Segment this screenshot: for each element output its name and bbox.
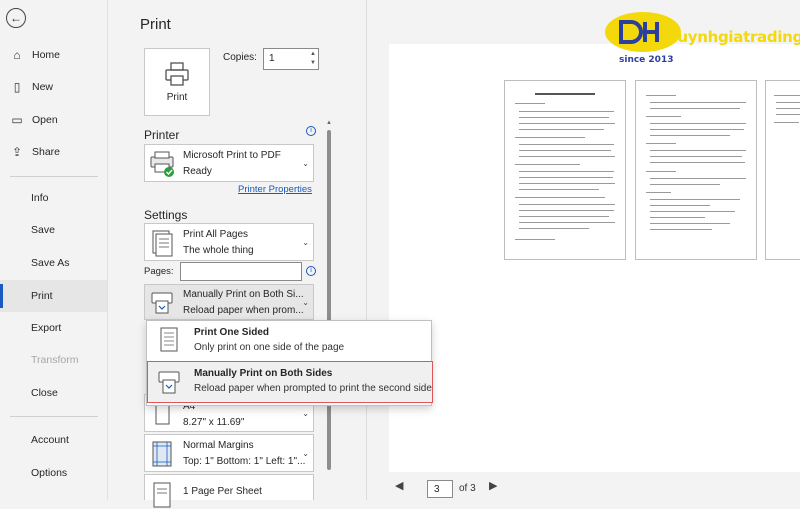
pages-label: Pages: (144, 266, 174, 277)
scroll-thumb[interactable] (327, 130, 331, 470)
option-manual-both-sides[interactable]: Manually Print on Both Sides Reload pape… (147, 361, 433, 403)
document-pages-icon (152, 230, 173, 257)
printer-ready-icon (150, 151, 174, 177)
chevron-down-icon: ⌄ (302, 159, 309, 168)
settings-section-label: Settings (144, 208, 188, 222)
printer-section-label: Printer (144, 128, 180, 142)
option-desc: Reload paper when prompted to print the … (194, 383, 432, 394)
nav-save[interactable]: Save (0, 214, 107, 246)
margins-dropdown[interactable]: Normal Margins Top: 1" Bottom: 1" Left: … (144, 434, 314, 472)
paper-size-desc: 8.27" x 11.69" (183, 417, 245, 428)
copies-input[interactable]: 1 ▲ ▼ (263, 48, 319, 70)
print-range-title: Print All Pages (183, 229, 249, 240)
margins-desc: Top: 1" Bottom: 1" Left: 1"... (183, 456, 306, 467)
option-title: Manually Print on Both Sides (194, 368, 333, 379)
nav-account[interactable]: Account (0, 424, 107, 456)
nav-close[interactable]: Close (0, 377, 107, 409)
page-count: of 3 (459, 483, 476, 494)
print-button[interactable]: Print (144, 48, 210, 116)
option-desc: Only print on one side of the page (194, 342, 345, 353)
printer-dropdown[interactable]: Microsoft Print to PDF Ready ⌄ (144, 144, 314, 182)
nav-new[interactable]: ▯ New (0, 71, 107, 103)
home-icon: ⌂ (13, 48, 21, 62)
margins-title: Normal Margins (183, 440, 254, 451)
nav-print[interactable]: Print (0, 280, 107, 312)
printer-properties-link[interactable]: Printer Properties (238, 184, 312, 195)
option-print-one-sided[interactable]: Print One Sided Only print on one side o… (147, 321, 433, 359)
preview-page (635, 80, 757, 260)
nav-divider (10, 176, 98, 177)
option-title: Print One Sided (194, 327, 270, 338)
chevron-down-icon: ⌄ (302, 449, 309, 458)
back-arrow-icon[interactable]: ← (6, 8, 26, 28)
nav-options[interactable]: Options (0, 457, 107, 489)
copies-label: Copies: (223, 52, 257, 63)
sides-options-menu: Print One Sided Only print on one side o… (146, 320, 433, 406)
print-range-desc: The whole thing (183, 245, 254, 256)
current-page-input[interactable]: 3 (427, 480, 453, 498)
print-button-label: Print (166, 91, 188, 103)
preview-page (504, 80, 626, 260)
page-navigator: ◀ 3 of 3 ▶ (385, 472, 800, 500)
chevron-down-icon: ⌄ (302, 409, 309, 418)
pages-per-sheet-dropdown[interactable]: 1 Page Per Sheet (144, 474, 314, 508)
nav-transform: Transform (31, 354, 79, 366)
manual-duplex-icon (151, 292, 173, 314)
preview-page (765, 80, 800, 260)
share-icon: ⇪ (11, 145, 23, 159)
copies-spinner-icon[interactable]: ▲ ▼ (310, 50, 316, 68)
nav-info[interactable]: Info (0, 182, 107, 214)
new-document-icon: ▯ (13, 80, 21, 94)
printer-icon (165, 61, 189, 86)
page-title: Print (140, 16, 171, 33)
printer-status: Ready (183, 166, 212, 177)
info-icon[interactable]: i (306, 266, 316, 276)
backstage-nav: ← ⌂ Home ▯ New ▭ Open ⇪ Share Info Save … (0, 0, 108, 500)
print-preview: ◀ 3 of 3 ▶ (366, 0, 800, 500)
printer-name: Microsoft Print to PDF (183, 150, 281, 161)
manual-duplex-icon (158, 371, 180, 394)
settings-scrollbar[interactable]: ▲ (326, 120, 332, 490)
nav-home[interactable]: ⌂ Home (0, 39, 107, 71)
nav-share[interactable]: ⇪ Share (0, 136, 107, 168)
info-icon[interactable]: i (306, 126, 316, 136)
print-range-dropdown[interactable]: Print All Pages The whole thing ⌄ (144, 223, 314, 261)
open-folder-icon: ▭ (11, 113, 23, 127)
brand-logo: huynhgiatrading since 2013 (605, 8, 800, 68)
sides-title: Manually Print on Both Si... (183, 289, 304, 300)
nav-save-as[interactable]: Save As (0, 247, 107, 279)
nav-divider (10, 416, 98, 417)
page-per-sheet-icon (153, 482, 171, 508)
copies-value: 1 (269, 53, 275, 64)
margins-icon (152, 441, 172, 467)
pages-per-sheet-title: 1 Page Per Sheet (183, 486, 262, 497)
nav-open[interactable]: ▭ Open (0, 104, 107, 136)
scroll-up-icon[interactable]: ▲ (326, 120, 332, 126)
one-sided-page-icon (160, 327, 178, 352)
previous-page-icon[interactable]: ◀ (395, 479, 403, 492)
nav-export[interactable]: Export (0, 312, 107, 344)
sides-desc: Reload paper when prom... (183, 305, 304, 316)
print-settings-panel: Print Print Copies: 1 ▲ ▼ Printer i Micro… (108, 0, 366, 508)
logo-name: huynhgiatrading (667, 28, 800, 46)
sides-dropdown[interactable]: Manually Print on Both Si... Reload pape… (144, 284, 314, 320)
logo-since: since 2013 (619, 55, 674, 65)
chevron-down-icon: ⌄ (302, 298, 309, 307)
pages-input[interactable] (180, 262, 302, 281)
next-page-icon[interactable]: ▶ (489, 479, 497, 492)
chevron-down-icon: ⌄ (302, 238, 309, 247)
